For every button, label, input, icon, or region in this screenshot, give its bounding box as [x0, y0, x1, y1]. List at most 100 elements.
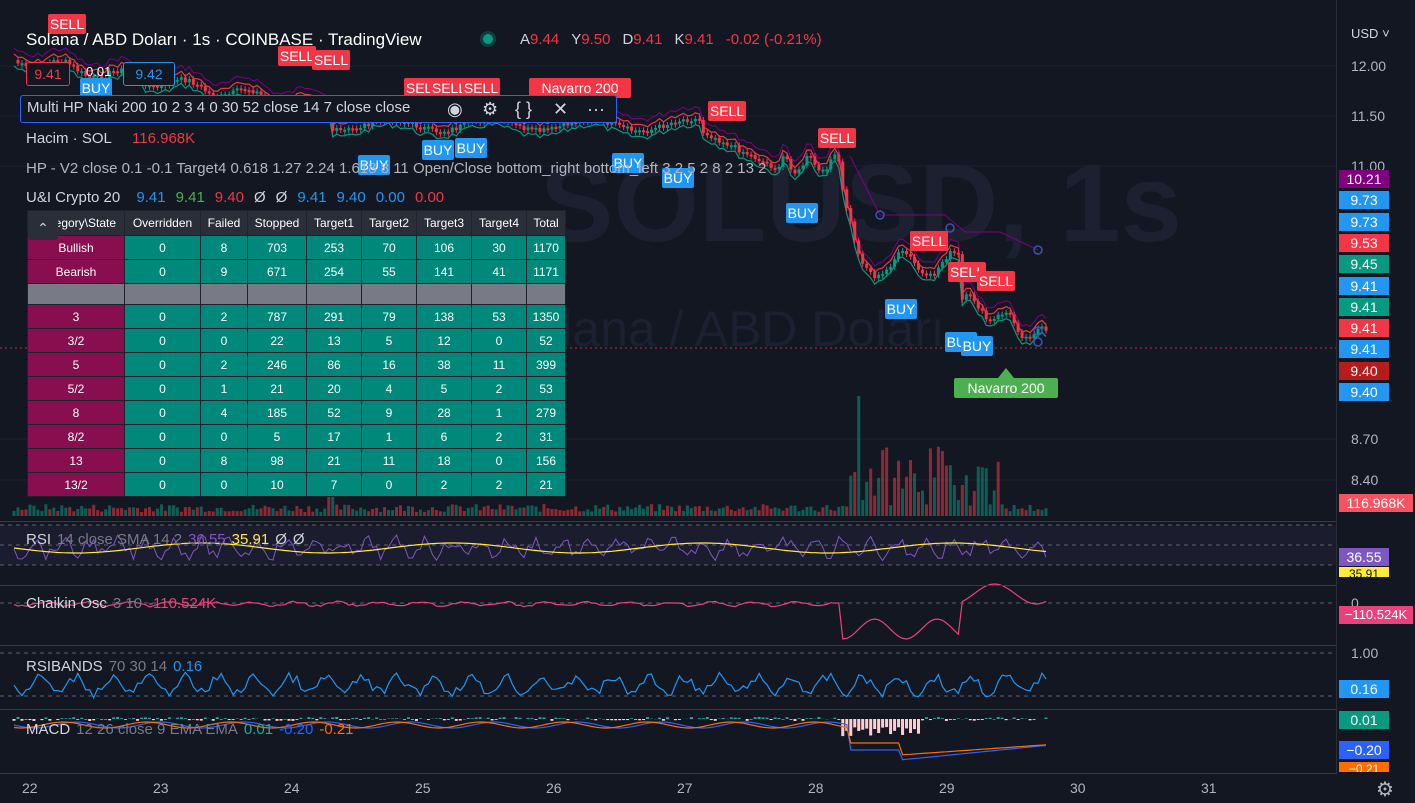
candle-body: [689, 121, 693, 124]
table-cell: 5: [27, 352, 125, 377]
table-cell: 22: [247, 328, 307, 353]
volume-bar: [108, 505, 112, 516]
price-tag: 9.41: [1339, 340, 1389, 359]
table-cell: 141: [416, 259, 472, 284]
close-icon[interactable]: ✕: [553, 99, 568, 120]
candle-body: [972, 294, 976, 302]
signal-text: SELL: [464, 80, 498, 96]
macd-hist: [474, 717, 478, 719]
price-axis[interactable]: USD ˅ 12.00 11.50 11.00 8.70 8.40 10.21 9.73 9…: [1336, 0, 1415, 775]
volume-bar: [570, 509, 574, 516]
table-row: [27, 283, 566, 305]
candle-body: [956, 252, 960, 255]
candle-body: [618, 122, 622, 125]
macd-hist: [498, 717, 502, 719]
macd-hist: [406, 717, 410, 719]
candle-body: [1032, 334, 1036, 339]
currency-selector[interactable]: USD ˅: [1351, 26, 1390, 41]
candle-body: [837, 154, 841, 162]
volume-bar: [458, 506, 462, 516]
candle-body: [195, 84, 199, 87]
volume-bar: [1044, 508, 1048, 516]
volume-bar: [681, 511, 685, 516]
macd-hist: [793, 719, 797, 721]
macd-hist: [944, 719, 948, 721]
gear-icon[interactable]: ⚙: [482, 99, 498, 120]
volume-bar: [869, 468, 873, 516]
panel-separator[interactable]: [0, 709, 1336, 710]
volume-value: 116.968K: [132, 130, 196, 147]
volume-bar: [466, 507, 470, 516]
volume-bar: [450, 504, 454, 516]
table-cell: 5/2: [27, 376, 125, 401]
candle-body: [179, 77, 183, 80]
signal-label: SELL: [818, 128, 856, 148]
candle-body: [434, 128, 438, 133]
table-cell: 3: [27, 304, 125, 329]
volume-bar: [594, 505, 598, 516]
table-cell: 21: [306, 448, 362, 473]
volume-bar: [32, 505, 36, 516]
candle-body: [968, 294, 972, 297]
rsi-sma-value: 35.91: [231, 531, 270, 548]
volume-bar: [482, 506, 486, 516]
volume-bar: [307, 506, 311, 516]
candle-body: [622, 124, 626, 127]
volume-bar: [219, 507, 223, 516]
macd-hist: [885, 719, 889, 728]
macd-hist: [801, 719, 805, 721]
volume-bar: [96, 510, 100, 516]
panel-separator[interactable]: [0, 773, 1336, 774]
volume-bar: [590, 511, 594, 516]
macd-hist: [20, 719, 24, 721]
bid-price-button[interactable]: 9.41: [26, 62, 70, 86]
settings-icon[interactable]: ⚙: [1376, 777, 1394, 802]
table-cell: 9: [200, 259, 248, 284]
volume-bar: [996, 461, 1000, 516]
macd-hist: [614, 719, 618, 721]
volume-bar: [562, 510, 566, 516]
code-icon[interactable]: { }: [515, 99, 532, 120]
volume-bar: [1004, 508, 1008, 516]
table-cell: 98: [247, 448, 307, 473]
volume-bar: [693, 506, 697, 516]
candle-body: [1028, 336, 1032, 339]
panel-separator[interactable]: [0, 645, 1336, 646]
candle-body: [705, 132, 709, 136]
volume-bar: [470, 507, 474, 516]
chart-area[interactable]: SOLUSD, 1s Solana / ABD Doları SELL SELL S…: [0, 0, 1336, 803]
candle-body: [813, 156, 817, 165]
signal-text: BUY: [82, 80, 111, 96]
panel-separator[interactable]: [0, 521, 1336, 522]
volume-bar: [1008, 511, 1012, 516]
macd-hist: [689, 717, 693, 719]
signal-text: Navarro 200: [541, 80, 618, 96]
candle-body: [247, 90, 251, 93]
table-row: 13 0 8 98 21 11 18 0 156: [27, 448, 566, 473]
table-cell: 9: [361, 400, 417, 425]
table-cell: 0: [124, 259, 201, 284]
ask-price-button[interactable]: 9.42: [123, 62, 175, 86]
eye-icon[interactable]: ◉: [447, 99, 463, 120]
candle-body: [717, 137, 721, 143]
table-header: Target2: [361, 210, 417, 236]
table-cell: 399: [526, 352, 566, 377]
table-header: Total: [526, 210, 566, 236]
volume-bar: [387, 510, 391, 516]
price-tag: 9.41: [1339, 319, 1389, 338]
volume-bar: [92, 504, 96, 516]
macd-hist: [68, 718, 72, 719]
macd-hist: [534, 719, 538, 720]
candle-body: [861, 253, 865, 264]
volume-bar: [271, 508, 275, 516]
more-icon[interactable]: ···: [587, 99, 605, 120]
macd-hist: [881, 719, 885, 728]
macd-hist: [335, 717, 339, 719]
table-cell: 53: [526, 376, 566, 401]
rsi-params: 14 close SMA 14 2: [57, 531, 183, 548]
table-cell: 0: [361, 472, 417, 497]
volume-bar: [383, 507, 387, 516]
collapse-legend-button[interactable]: ⌃: [28, 216, 58, 240]
panel-separator[interactable]: [0, 585, 1336, 586]
table-cell: 79: [361, 304, 417, 329]
